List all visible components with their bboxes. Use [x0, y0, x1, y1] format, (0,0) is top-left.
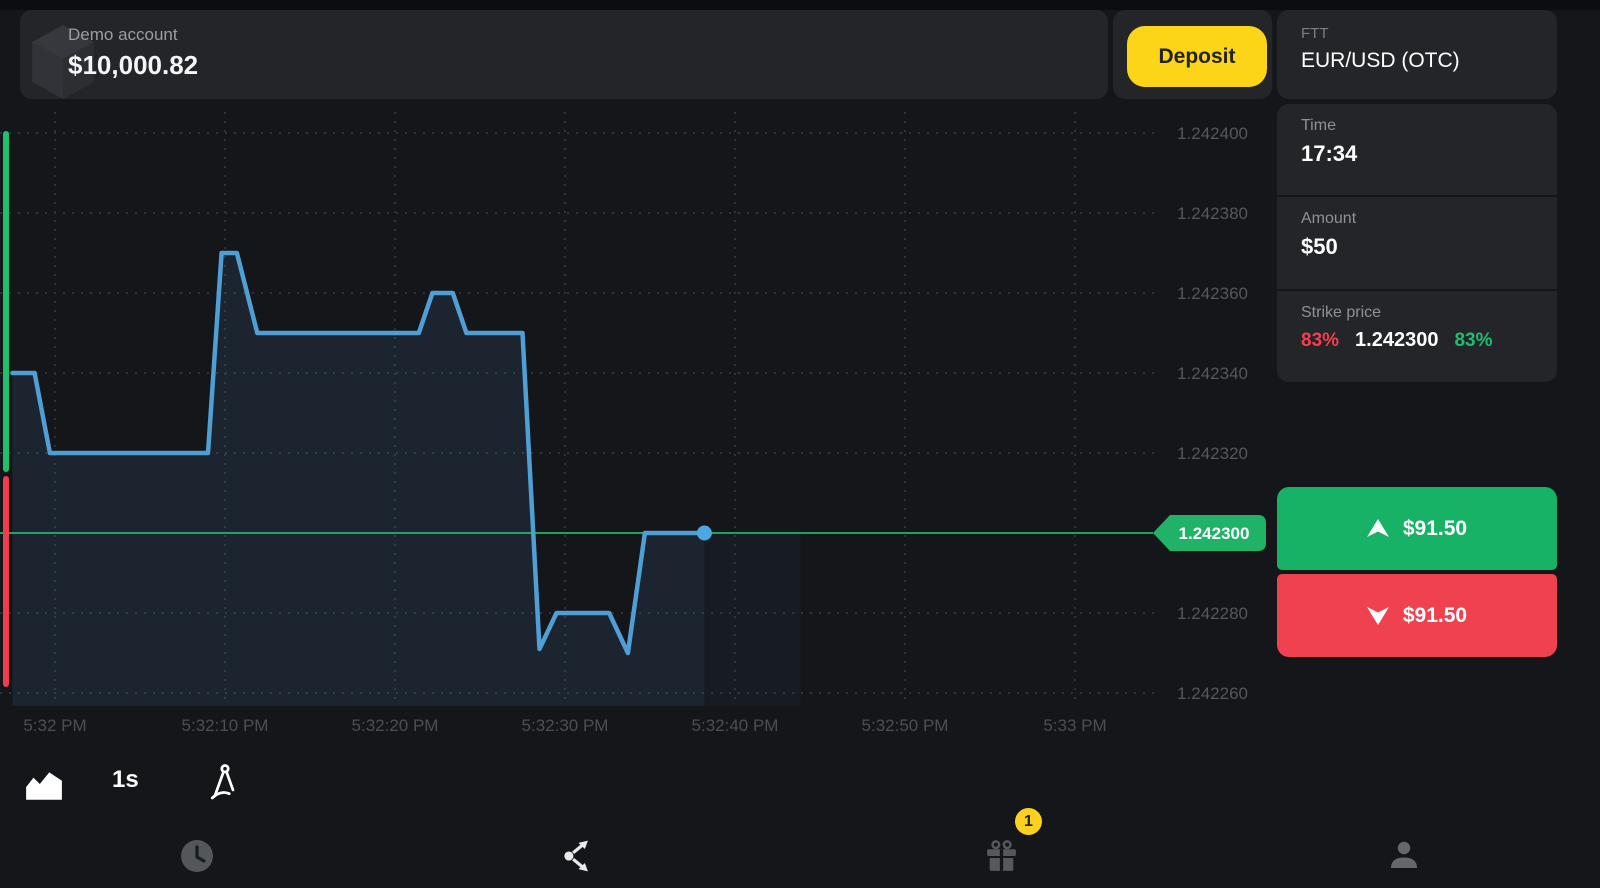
account-type-label: Demo account	[68, 25, 198, 45]
strike-label: Strike price	[1301, 304, 1557, 322]
area-chart-icon	[24, 768, 64, 802]
up-arrow-icon	[1367, 519, 1389, 538]
trade-settings-panel: Time 17:34 Amount $50 Strike price 83% 1…	[1277, 104, 1557, 382]
instrument-type-label: FTT	[1301, 25, 1460, 42]
person-icon	[1386, 837, 1422, 873]
sell-down-amount: $91.50	[1403, 604, 1467, 628]
deposit-button[interactable]: Deposit	[1127, 26, 1267, 87]
current-time-band	[704, 533, 800, 706]
promotions-button[interactable]	[983, 838, 1020, 875]
sentiment-down-bar	[3, 476, 9, 687]
profile-button[interactable]	[1386, 837, 1422, 873]
time-value: 17:34	[1301, 141, 1557, 167]
sentiment-up-bar	[3, 131, 9, 472]
time-label: Time	[1301, 117, 1557, 135]
x-axis-label: 5:32:20 PM	[352, 716, 439, 735]
top-strip	[0, 0, 1600, 10]
strike-price-badge-label: 1.242300	[1179, 524, 1250, 543]
expiry-time-field[interactable]: Time 17:34	[1277, 104, 1557, 195]
notification-badge: 1	[1015, 808, 1042, 835]
x-axis-label: 5:32:40 PM	[692, 716, 779, 735]
y-axis-label: 1.242340	[1177, 364, 1248, 383]
x-axis-label: 5:32:50 PM	[862, 716, 949, 735]
buy-up-amount: $91.50	[1403, 517, 1467, 541]
payout-down-percent: 83%	[1301, 330, 1339, 352]
down-arrow-icon	[1367, 606, 1389, 625]
spread-arrows-icon	[562, 838, 598, 874]
compass-icon	[208, 762, 242, 802]
current-price-dot	[697, 526, 712, 541]
trade-history-button[interactable]	[177, 836, 217, 876]
gift-icon	[983, 838, 1020, 875]
strike-price-value: 1.242300	[1355, 329, 1438, 352]
amount-value: $50	[1301, 234, 1557, 260]
buy-up-button[interactable]: $91.50	[1277, 487, 1557, 570]
payout-up-percent: 83%	[1454, 330, 1492, 352]
price-area-fill	[13, 253, 705, 706]
strike-price-field: Strike price 83% 1.242300 83%	[1277, 289, 1557, 382]
instrument-name: EUR/USD (OTC)	[1301, 49, 1460, 73]
sell-down-button[interactable]: $91.50	[1277, 574, 1557, 657]
x-axis-label: 5:32 PM	[23, 716, 86, 735]
chart-type-button[interactable]	[24, 768, 64, 802]
x-axis-label: 5:32:10 PM	[182, 716, 269, 735]
amount-label: Amount	[1301, 210, 1557, 228]
x-axis-label: 5:33 PM	[1043, 716, 1106, 735]
y-axis-label: 1.242400	[1177, 124, 1248, 143]
amount-field[interactable]: Amount $50	[1277, 195, 1557, 288]
y-axis-label: 1.242320	[1177, 444, 1248, 463]
y-axis-label: 1.242360	[1177, 284, 1248, 303]
trading-button[interactable]	[562, 838, 598, 874]
account-balance: $10,000.82	[68, 50, 198, 81]
y-axis-label: 1.242260	[1177, 684, 1248, 703]
y-axis-label: 1.242280	[1177, 604, 1248, 623]
timeframe-button[interactable]: 1s	[112, 766, 139, 794]
x-axis-label: 5:32:30 PM	[522, 716, 609, 735]
y-axis-label: 1.242380	[1177, 204, 1248, 223]
account-switcher[interactable]: Demo account $10,000.82	[20, 10, 1108, 99]
drawing-tools-button[interactable]	[208, 762, 242, 802]
instrument-selector[interactable]: FTT EUR/USD (OTC)	[1277, 10, 1557, 99]
deposit-card: Deposit	[1113, 10, 1272, 99]
clock-icon	[177, 836, 217, 876]
